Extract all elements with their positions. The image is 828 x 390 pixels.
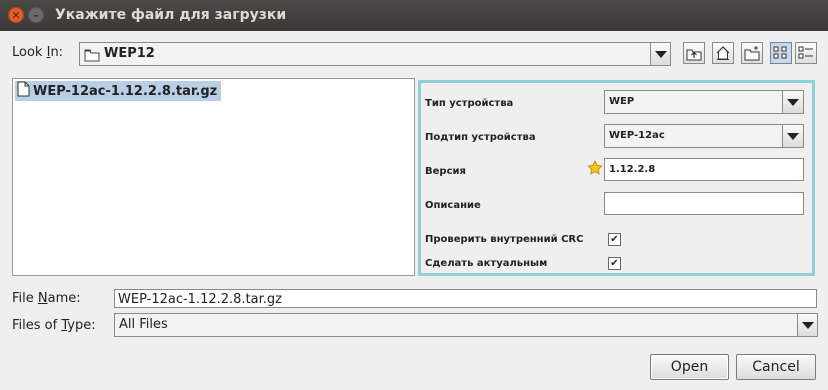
upload-options-panel: Тип устройства WEP Подтип устройства WEP… <box>418 80 815 276</box>
chevron-down-icon[interactable] <box>782 91 803 113</box>
device-subtype-value: WEP-12ac <box>609 130 665 141</box>
device-subtype-combo[interactable]: WEP-12ac <box>604 124 804 148</box>
file-name-label: File Name: <box>12 291 81 306</box>
home-icon <box>716 46 730 60</box>
close-window-button[interactable]: ✕ <box>8 7 24 23</box>
chevron-down-icon[interactable] <box>797 314 817 336</box>
title-bar: ✕ – Укажите файл для загрузки <box>0 0 828 31</box>
minimize-icon: – <box>33 8 39 22</box>
make-current-checkbox[interactable]: ✔ <box>608 257 621 270</box>
home-button[interactable] <box>712 42 734 64</box>
details-view-icon <box>798 46 813 59</box>
version-label: Версия <box>425 166 466 177</box>
check-crc-checkbox[interactable]: ✔ <box>608 233 621 246</box>
details-view-button[interactable] <box>795 42 817 64</box>
look-in-label: Look In: <box>12 45 64 60</box>
check-crc-label: Проверить внутренний CRC <box>425 234 584 245</box>
file-type-combo[interactable]: All Files <box>114 313 818 337</box>
look-in-combo[interactable]: WEP12 <box>79 42 671 66</box>
file-list[interactable]: WEP-12ac-1.12.2.8.tar.gz <box>12 78 415 276</box>
version-value: 1.12.2.8 <box>609 164 656 175</box>
version-field[interactable]: 1.12.2.8 <box>604 158 804 181</box>
window-title: Укажите файл для загрузки <box>55 7 287 23</box>
new-folder-icon <box>744 46 760 61</box>
description-field[interactable] <box>604 192 804 215</box>
file-type-value: All Files <box>119 317 168 332</box>
new-folder-button[interactable] <box>741 42 763 64</box>
folder-icon <box>84 47 100 66</box>
star-icon <box>587 160 603 180</box>
file-type-label: Files of Type: <box>12 318 96 333</box>
up-one-level-button[interactable] <box>683 42 705 64</box>
chevron-down-icon[interactable] <box>782 125 803 147</box>
device-type-value: WEP <box>609 96 635 107</box>
minimize-window-button[interactable]: – <box>28 7 44 23</box>
list-item[interactable]: WEP-12ac-1.12.2.8.tar.gz <box>15 81 222 101</box>
device-type-label: Тип устройства <box>425 98 514 109</box>
open-button[interactable]: Open <box>650 354 729 380</box>
file-icon <box>17 81 30 101</box>
file-name: WEP-12ac-1.12.2.8.tar.gz <box>33 83 218 99</box>
list-view-icon <box>773 46 787 59</box>
close-icon: ✕ <box>11 8 21 22</box>
make-current-label: Сделать актуальным <box>425 258 548 269</box>
file-name-value: WEP-12ac-1.12.2.8.tar.gz <box>118 292 282 307</box>
look-in-value: WEP12 <box>104 46 155 61</box>
description-label: Описание <box>425 200 481 211</box>
cancel-button[interactable]: Cancel <box>736 354 816 380</box>
list-view-button[interactable] <box>770 42 792 64</box>
device-subtype-label: Подтип устройства <box>425 132 536 143</box>
file-name-input[interactable]: WEP-12ac-1.12.2.8.tar.gz <box>114 289 817 308</box>
chevron-down-icon[interactable] <box>650 43 670 65</box>
up-one-level-icon <box>686 49 702 61</box>
device-type-combo[interactable]: WEP <box>604 90 804 114</box>
